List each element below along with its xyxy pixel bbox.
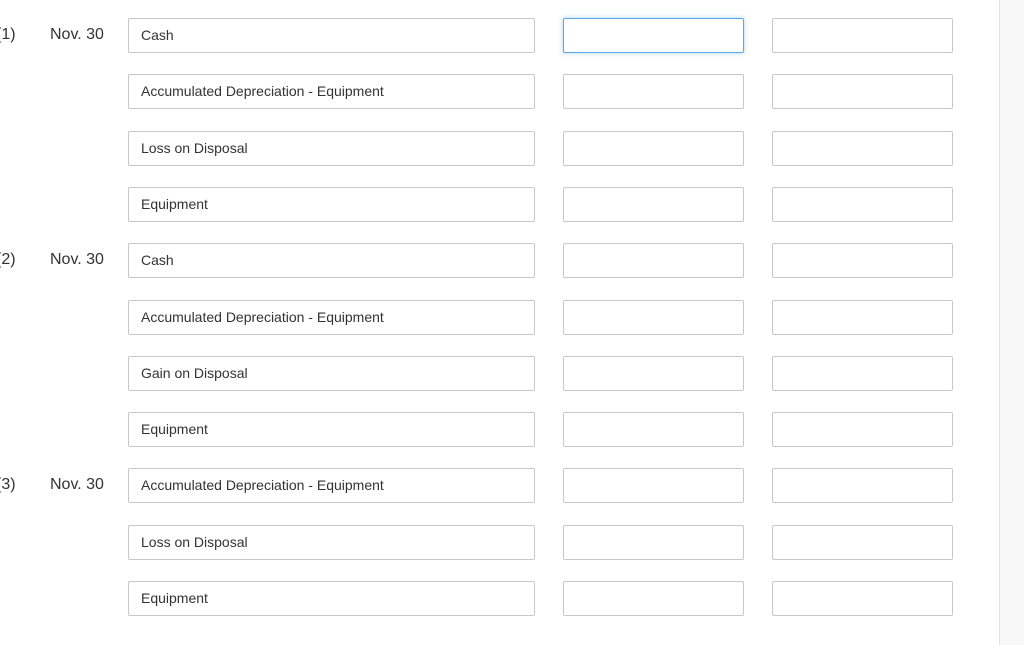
credit-amount-input[interactable]: [772, 412, 953, 448]
credit-amount-input[interactable]: [772, 74, 953, 110]
account-title-field[interactable]: Equipment: [128, 412, 535, 448]
credit-amount-input[interactable]: [772, 355, 953, 391]
debit-amount-input[interactable]: [563, 524, 744, 560]
journal-row: (2) Nov. 30 Cash: [0, 243, 999, 279]
journal-row: Equipment: [0, 186, 999, 222]
entry-date: Nov. 30: [50, 26, 104, 43]
debit-amount-input[interactable]: [563, 355, 744, 391]
journal-row: Accumulated Depreciation - Equipment: [0, 74, 999, 110]
account-title-field[interactable]: Cash: [128, 18, 535, 53]
journal-row: Equipment: [0, 581, 999, 616]
journal-row: Equipment: [0, 412, 999, 448]
debit-amount-input[interactable]: [563, 243, 744, 279]
credit-amount-input[interactable]: [772, 468, 953, 504]
account-title-field[interactable]: Loss on Disposal: [128, 524, 535, 560]
credit-amount-input[interactable]: [772, 186, 953, 222]
account-title-field[interactable]: Equipment: [128, 581, 535, 616]
credit-amount-input[interactable]: [772, 581, 953, 616]
credit-amount-input[interactable]: [772, 524, 953, 560]
debit-amount-input[interactable]: [563, 74, 744, 110]
entry-date: Nov. 30: [50, 251, 104, 269]
entry-number: (1): [0, 26, 16, 43]
journal-row: (3) Nov. 30 Accumulated Depreciation - Equ…: [0, 468, 999, 504]
journal-row: Loss on Disposal: [0, 524, 999, 560]
debit-amount-input[interactable]: [563, 18, 744, 53]
right-side-panel: [999, 0, 1024, 645]
debit-amount-input[interactable]: [563, 299, 744, 335]
journal-row: Gain on Disposal: [0, 355, 999, 391]
journal-row: Accumulated Depreciation - Equipment: [0, 299, 999, 335]
journal-row: Loss on Disposal: [0, 130, 999, 166]
credit-amount-input[interactable]: [772, 18, 953, 53]
credit-amount-input[interactable]: [772, 130, 953, 166]
account-title-field[interactable]: Equipment: [128, 186, 535, 222]
account-title-field[interactable]: Accumulated Depreciation - Equipment: [128, 468, 535, 504]
account-title-field[interactable]: Accumulated Depreciation - Equipment: [128, 74, 535, 110]
debit-amount-input[interactable]: [563, 130, 744, 166]
debit-amount-input[interactable]: [563, 186, 744, 222]
account-title-field[interactable]: Cash: [128, 243, 535, 279]
account-title-field[interactable]: Loss on Disposal: [128, 130, 535, 166]
debit-amount-input[interactable]: [563, 468, 744, 504]
debit-amount-input[interactable]: [563, 412, 744, 448]
credit-amount-input[interactable]: [772, 299, 953, 335]
journal-row: (1) Nov. 30 Cash: [0, 18, 999, 53]
account-title-field[interactable]: Accumulated Depreciation - Equipment: [128, 299, 535, 335]
credit-amount-input[interactable]: [772, 243, 953, 279]
entry-date: Nov. 30: [50, 476, 104, 494]
account-title-field[interactable]: Gain on Disposal: [128, 355, 535, 391]
journal-entries: (1) Nov. 30 Cash Accumulated Depreciation -…: [0, 0, 999, 645]
debit-amount-input[interactable]: [563, 581, 744, 616]
entry-number: (2): [0, 251, 16, 269]
entry-number: (3): [0, 476, 16, 494]
